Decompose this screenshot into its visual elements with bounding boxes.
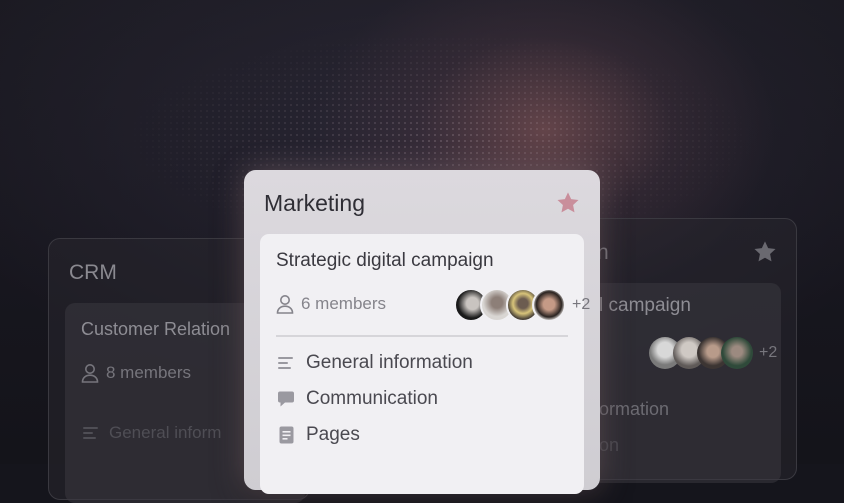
crm-menu-general[interactable]: General inform — [83, 423, 221, 443]
right-more-count: +2 — [759, 344, 778, 361]
avatar-group[interactable]: +2 — [454, 288, 590, 322]
avatar — [532, 288, 566, 322]
star-icon[interactable] — [752, 239, 778, 265]
crm-members-label: 8 members — [106, 363, 192, 382]
divider — [276, 335, 568, 337]
project-title: Strategic digital campaign — [276, 250, 494, 271]
menu-communication-label: Communication — [306, 388, 438, 409]
menu-general-information[interactable]: General information — [276, 352, 473, 374]
star-icon[interactable] — [555, 190, 581, 216]
menu-communication[interactable]: Communication — [276, 388, 438, 410]
right-project-title: l campaign — [599, 295, 691, 316]
project-panel[interactable]: Strategic digital campaign 6 members +2 … — [260, 234, 590, 494]
avatar — [721, 337, 753, 369]
right-project-panel[interactable]: l campaign +2 ormation on — [581, 283, 781, 483]
crm-card-title: CRM — [69, 261, 117, 284]
crm-members: 8 members — [81, 363, 191, 383]
crm-project-title: Customer Relation — [81, 319, 231, 339]
right-menu-general[interactable]: ormation — [599, 399, 669, 420]
user-icon — [81, 364, 99, 383]
crm-menu-general-label: General inform — [109, 423, 222, 442]
marketing-card-title: Marketing — [264, 190, 365, 216]
lines-icon — [278, 357, 293, 369]
more-members-count: +2 — [572, 296, 591, 313]
menu-pages[interactable]: Pages — [276, 424, 360, 446]
marketing-card[interactable]: Marketing Strategic digital campaign 6 m… — [244, 170, 600, 494]
menu-general-information-label: General information — [306, 352, 473, 373]
user-icon — [276, 295, 294, 314]
project-members: 6 members — [276, 294, 386, 314]
right-avatar-group[interactable]: +2 — [649, 337, 777, 369]
right-menu-communication[interactable]: on — [599, 435, 619, 456]
menu-pages-label: Pages — [306, 424, 360, 445]
lines-icon — [83, 427, 98, 439]
chat-bubble-icon — [278, 391, 294, 407]
project-members-label: 6 members — [301, 294, 387, 313]
document-icon — [279, 426, 293, 444]
